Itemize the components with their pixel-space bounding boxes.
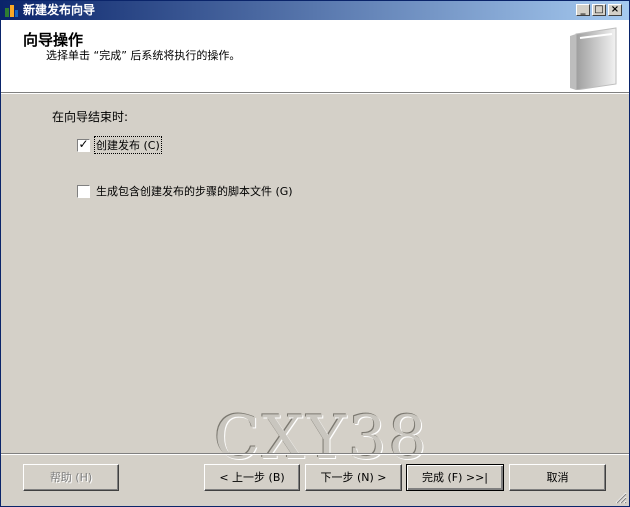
checkmark-icon: ✓	[78, 136, 89, 151]
next-button[interactable]: 下一步 (N) >	[305, 464, 402, 491]
completion-actions-label: 在向导结束时:	[52, 110, 129, 124]
resize-grip-icon[interactable]	[615, 492, 627, 504]
minimize-button[interactable]: _	[576, 4, 590, 16]
page-subtitle: 选择单击 “完成” 后系统将执行的操作。	[46, 49, 241, 62]
cancel-button[interactable]: 取消	[509, 464, 606, 491]
wizard-header: 向导操作 选择单击 “完成” 后系统将执行的操作。	[1, 20, 629, 92]
create-publication-checkbox[interactable]: ✓	[77, 136, 90, 152]
watermark-text: CXY38	[214, 403, 429, 473]
generate-script-label[interactable]: 生成包含创建发布的步骤的脚本文件 (G)	[95, 183, 294, 199]
wizard-app-icon	[5, 5, 18, 17]
back-button[interactable]: < 上一步 (B)	[204, 464, 300, 491]
button-separator	[1, 453, 629, 455]
close-button[interactable]: ×	[608, 4, 622, 16]
generate-script-option[interactable]: 生成包含创建发布的步骤的脚本文件 (G)	[77, 183, 294, 199]
wizard-book-icon	[570, 27, 617, 90]
finish-button[interactable]: 完成 (F) >>|	[406, 464, 504, 491]
wizard-window: 新建发布向导 _ □ × 向导操作 选择单击 “完成” 后系统将执行的操作。 在…	[0, 0, 630, 507]
generate-script-checkbox[interactable]	[77, 184, 90, 198]
create-publication-label[interactable]: 创建发布 (C)	[94, 136, 162, 154]
window-title: 新建发布向导	[23, 3, 96, 17]
maximize-button[interactable]: □	[592, 4, 606, 16]
header-separator	[1, 92, 629, 94]
create-publication-option[interactable]: ✓ 创建发布 (C)	[77, 136, 162, 154]
help-button[interactable]: 帮助 (H)	[23, 464, 119, 491]
title-bar[interactable]: 新建发布向导 _ □ ×	[1, 1, 629, 20]
